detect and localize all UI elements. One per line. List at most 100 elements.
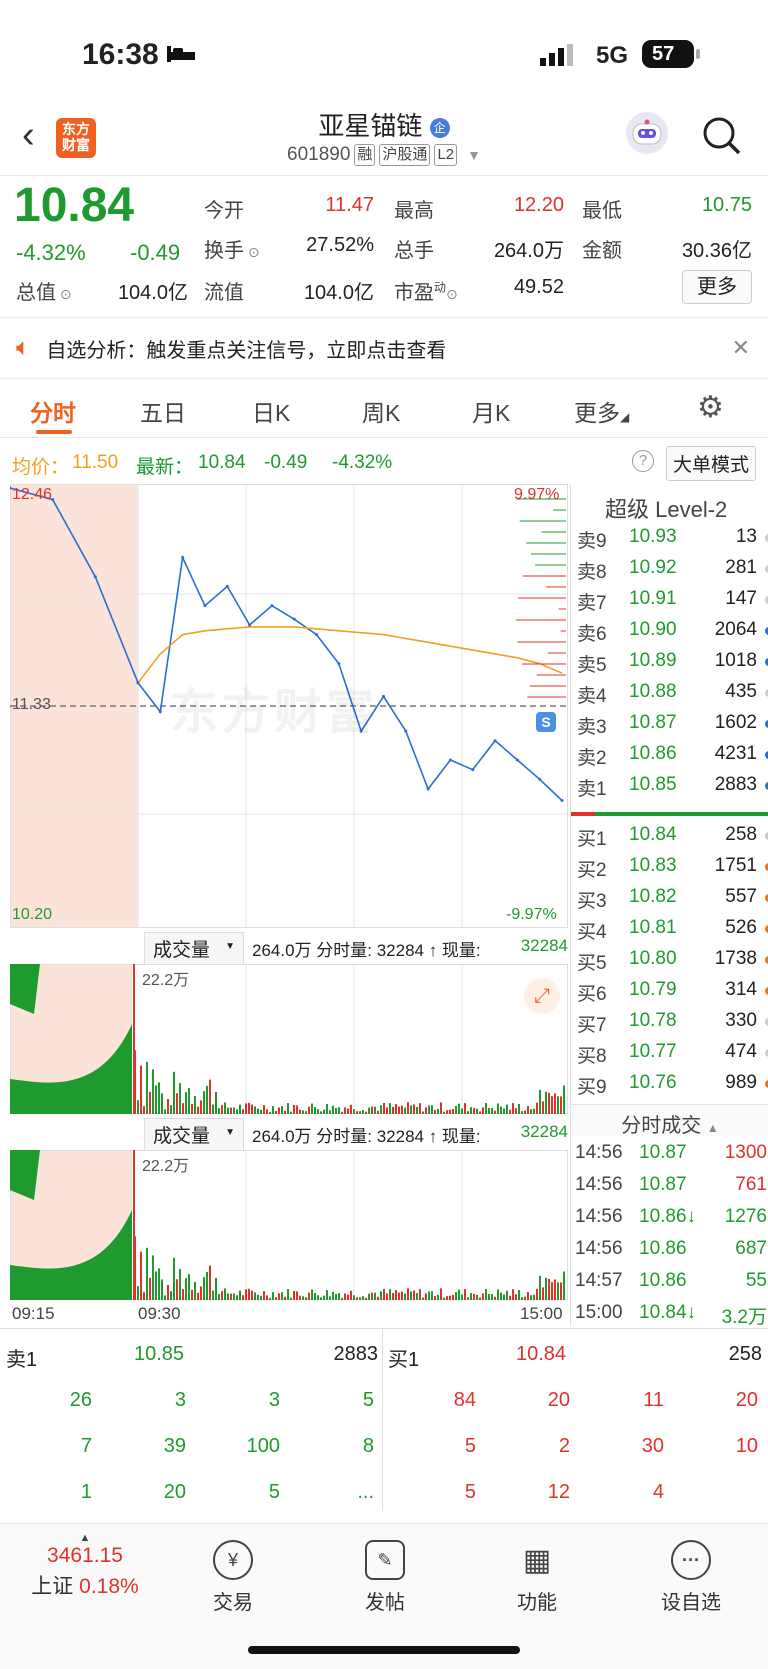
level-price: 10.77	[629, 1041, 677, 1062]
sell-level[interactable]: 卖8 10.92 281	[577, 553, 768, 584]
volume-bar	[470, 1107, 472, 1114]
nav-functions[interactable]: ▦ 功能	[482, 1540, 592, 1615]
tab-monthly-k[interactable]: 月K	[472, 394, 510, 428]
volume-bar	[449, 1109, 451, 1114]
buy-level[interactable]: 买9 10.76 989	[577, 1068, 768, 1099]
volume-bar	[335, 1293, 337, 1300]
volume-bar	[398, 1106, 400, 1114]
volume-bar	[506, 1290, 508, 1300]
buy-level[interactable]: 买1 10.84 258	[577, 820, 768, 851]
index-ticker[interactable]: ▲ 3461.15 上证 0.18%	[20, 1532, 150, 1600]
info-icon[interactable]: ⊙	[244, 244, 260, 260]
trade-time: 14:56	[575, 1174, 623, 1195]
buy-level[interactable]: 买2 10.83 1751	[577, 851, 768, 882]
volume-bar	[365, 1111, 367, 1114]
volume-bar	[275, 1297, 277, 1300]
queue-sell-cell: ...	[357, 1481, 374, 1503]
queue-buy-vol: 258	[728, 1343, 762, 1365]
expand-icon[interactable]: ⤢	[524, 978, 560, 1014]
amount-label: 金额	[582, 240, 622, 262]
volume-bar	[302, 1296, 304, 1300]
volume-bar	[281, 1106, 283, 1114]
big-order-mode-button[interactable]: 大单模式	[666, 446, 757, 481]
volume-bar	[374, 1106, 376, 1114]
sell-level[interactable]: 卖7 10.91 147	[577, 584, 768, 615]
search-icon[interactable]	[702, 116, 742, 161]
volume-bar	[551, 1282, 553, 1300]
tab-intraday[interactable]: 分时	[30, 394, 76, 428]
info-icon[interactable]: ⊙	[56, 286, 72, 302]
robot-avatar-icon[interactable]	[626, 112, 668, 154]
sell-level[interactable]: 卖6 10.90 2064	[577, 615, 768, 646]
level2-title[interactable]: 超级 Level-2	[605, 492, 727, 524]
nav-add-watchlist[interactable]: ··· 设自选	[636, 1540, 746, 1615]
close-icon[interactable]: ✕	[732, 335, 750, 361]
volume-bar	[446, 1110, 448, 1114]
volume-bar	[203, 1277, 205, 1300]
volume-dropdown[interactable]: 成交量 ▼	[144, 1118, 244, 1151]
sell-level[interactable]: 卖3 10.87 1602	[577, 708, 768, 739]
queue-sell-cell: 3	[174, 1389, 186, 1411]
volume-bar	[545, 1091, 547, 1114]
queue-sell-vol: 2883	[333, 1343, 379, 1365]
buy-level[interactable]: 买3 10.82 557	[577, 882, 768, 913]
caret-up-icon: ▲	[706, 1121, 719, 1135]
volume-bar	[143, 1106, 145, 1114]
tab-five-day[interactable]: 五日	[140, 394, 186, 428]
buy-level[interactable]: 买6 10.79 314	[577, 975, 768, 1006]
buy-level[interactable]: 买4 10.81 526	[577, 913, 768, 944]
volume-bar	[521, 1297, 523, 1300]
volume-bar	[407, 1288, 409, 1300]
volume-bar	[512, 1103, 514, 1114]
volume-bar	[560, 1096, 562, 1114]
trade-volume: 1300	[724, 1142, 767, 1163]
buy-level[interactable]: 买5 10.80 1738	[577, 944, 768, 975]
sell-level[interactable]: 卖1 10.85 2883	[577, 770, 768, 801]
volume-bar	[557, 1096, 559, 1114]
volume-now: 32284	[520, 936, 568, 955]
volume-bar	[302, 1110, 304, 1114]
volume-bar	[416, 1106, 418, 1114]
nav-trade[interactable]: ¥ 交易	[178, 1540, 288, 1615]
volume-bar	[368, 1293, 370, 1300]
tab-weekly-k[interactable]: 周K	[362, 394, 400, 428]
volume-bar	[455, 1106, 457, 1114]
info-icon[interactable]: ⊙	[446, 286, 458, 302]
sell-level[interactable]: 卖4 10.88 435	[577, 677, 768, 708]
volume-bar	[323, 1109, 325, 1114]
volume-now: 32284	[520, 1122, 568, 1141]
volume-bar	[194, 1281, 196, 1300]
tab-daily-k[interactable]: 日K	[252, 394, 290, 428]
sell-level[interactable]: 卖5 10.89 1018	[577, 646, 768, 677]
volume-bar	[176, 1279, 178, 1300]
nav-post[interactable]: ✎ 发帖	[330, 1540, 440, 1615]
latest-change: -0.49	[264, 452, 308, 473]
more-quote-button[interactable]: 更多	[682, 270, 752, 304]
tag-level2: L2	[434, 144, 458, 166]
sell-level[interactable]: 卖9 10.93 13	[577, 522, 768, 553]
gear-icon[interactable]: ⚙	[697, 390, 724, 425]
volume-bar	[518, 1289, 520, 1300]
volume-bar	[464, 1289, 466, 1300]
help-icon[interactable]: ?	[632, 450, 654, 472]
volume-bar	[464, 1103, 466, 1114]
volume-dropdown[interactable]: 成交量 ▼	[144, 932, 244, 965]
more-dots-icon: ···	[671, 1540, 711, 1580]
volume-bar	[221, 1291, 223, 1300]
tab-more[interactable]: 更多◢	[574, 394, 629, 428]
level-label: 买8	[577, 1046, 607, 1067]
trade-price: 10.86↓	[639, 1206, 697, 1227]
volume-bar	[341, 1297, 343, 1300]
alert-banner[interactable]: 🔈︎ 自选分析：触发重点关注信号，立即点击查看 ✕	[0, 317, 768, 379]
buy-level[interactable]: 买8 10.77 474	[577, 1037, 768, 1068]
queue-sell-price: 10.85	[134, 1343, 185, 1365]
trade-volume: 1276	[724, 1206, 767, 1227]
trades-header[interactable]: 分时成交 ▲	[571, 1104, 768, 1137]
volume-bar	[515, 1108, 517, 1114]
sell-level[interactable]: 卖2 10.86 4231	[577, 739, 768, 770]
volume-bar	[467, 1297, 469, 1300]
signal-s-icon[interactable]: S	[536, 712, 556, 732]
buy-level[interactable]: 买7 10.78 330	[577, 1006, 768, 1037]
caret-down-icon[interactable]: ▼	[467, 147, 481, 163]
price-point	[248, 623, 252, 627]
